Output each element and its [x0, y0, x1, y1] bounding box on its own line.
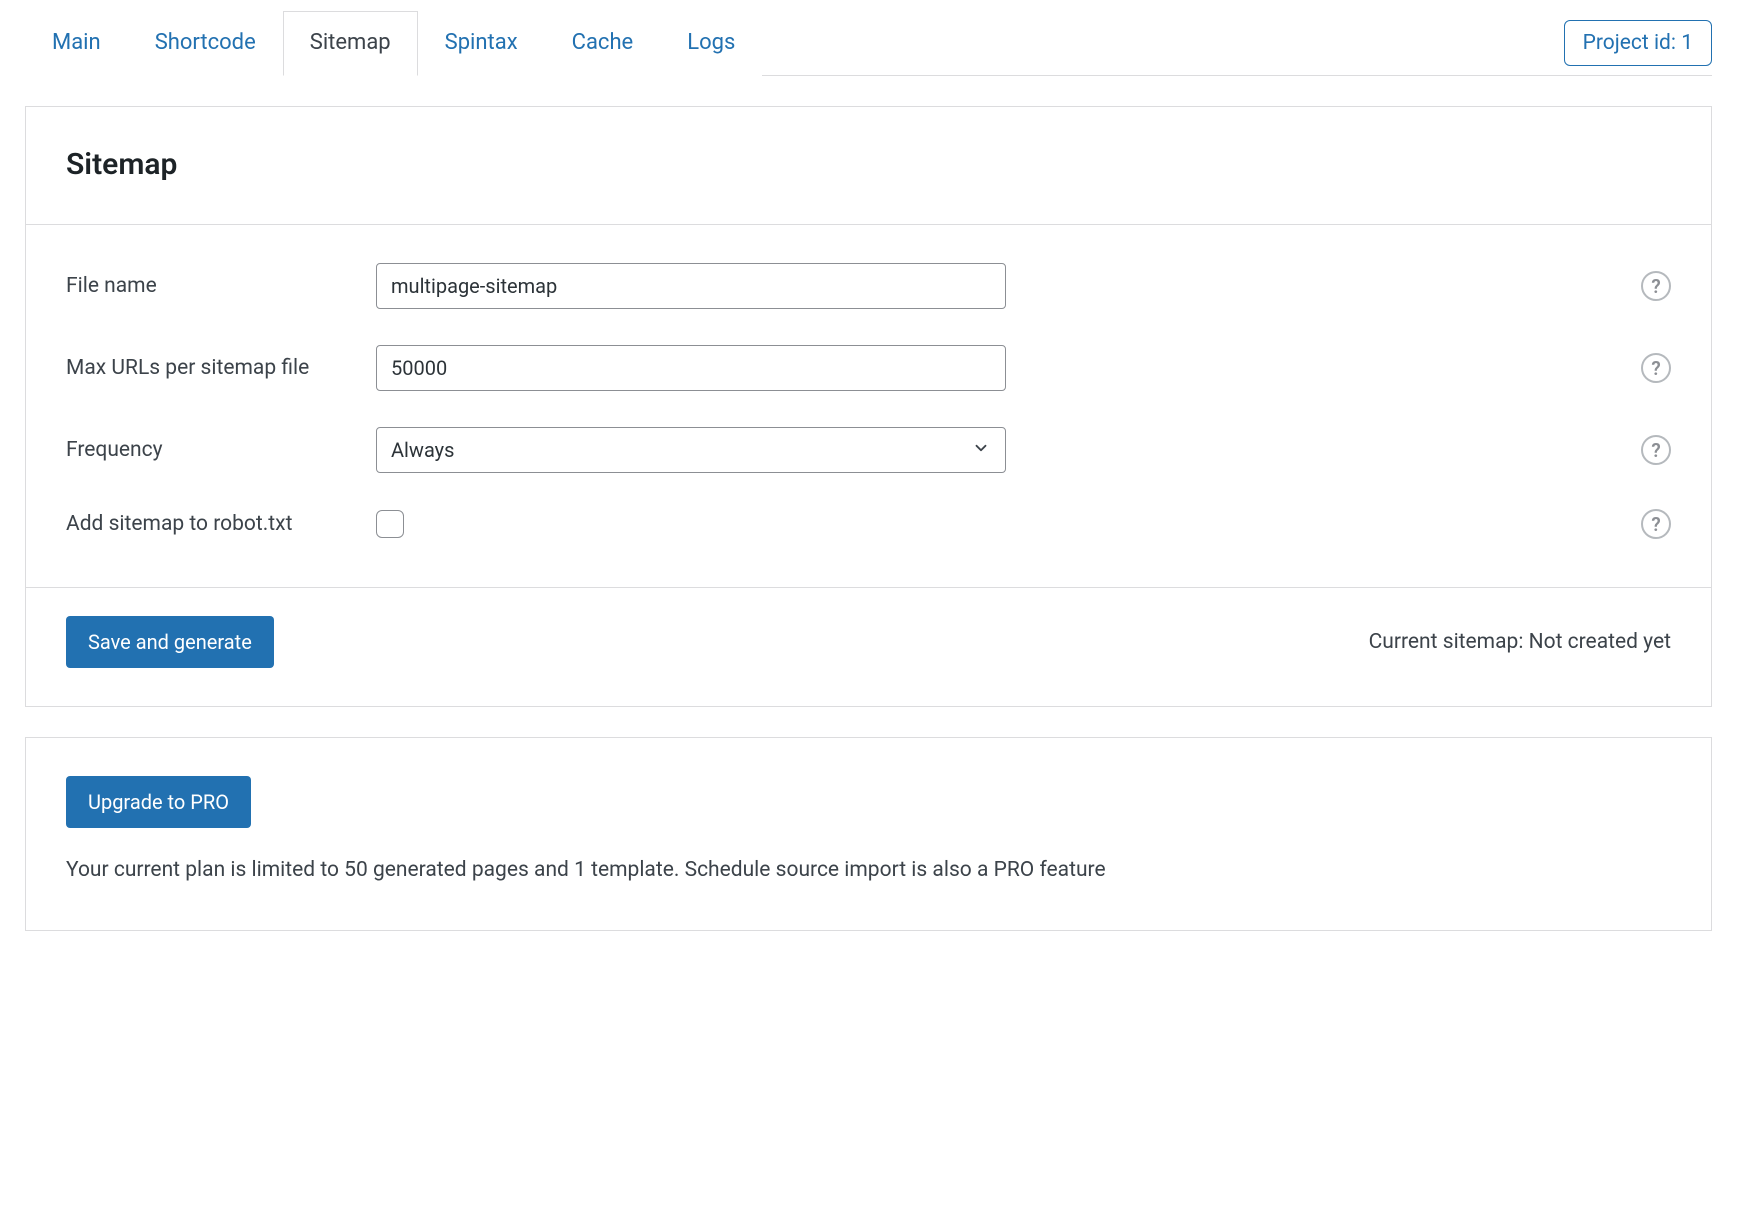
- row-robots: Add sitemap to robot.txt ?: [66, 491, 1671, 557]
- upgrade-description: Your current plan is limited to 50 gener…: [66, 858, 1671, 882]
- sitemap-panel: Sitemap File name ? Max URLs per sitemap…: [25, 106, 1712, 707]
- input-max-urls[interactable]: [376, 345, 1006, 391]
- tab-sitemap[interactable]: Sitemap: [283, 11, 418, 76]
- upgrade-panel: Upgrade to PRO Your current plan is limi…: [25, 737, 1712, 931]
- sitemap-status: Current sitemap: Not created yet: [1369, 630, 1671, 654]
- label-max-urls: Max URLs per sitemap file: [66, 356, 376, 380]
- label-file-name: File name: [66, 274, 376, 298]
- label-robots: Add sitemap to robot.txt: [66, 512, 376, 536]
- row-frequency: Frequency Always ?: [66, 409, 1671, 491]
- form-body: File name ? Max URLs per sitemap file ? …: [26, 224, 1711, 588]
- help-icon[interactable]: ?: [1641, 271, 1671, 301]
- tab-shortcode[interactable]: Shortcode: [128, 11, 283, 76]
- tab-logs[interactable]: Logs: [660, 11, 762, 76]
- select-frequency[interactable]: Always: [376, 427, 1006, 473]
- help-icon[interactable]: ?: [1641, 435, 1671, 465]
- save-generate-button[interactable]: Save and generate: [66, 616, 274, 668]
- help-icon[interactable]: ?: [1641, 353, 1671, 383]
- checkbox-robots[interactable]: [376, 510, 404, 538]
- tab-spintax[interactable]: Spintax: [418, 11, 545, 76]
- input-file-name[interactable]: [376, 263, 1006, 309]
- help-icon[interactable]: ?: [1641, 509, 1671, 539]
- row-file-name: File name ?: [66, 245, 1671, 327]
- tab-main[interactable]: Main: [25, 11, 128, 76]
- tabs-list: Main Shortcode Sitemap Spintax Cache Log…: [25, 10, 762, 75]
- upgrade-button[interactable]: Upgrade to PRO: [66, 776, 251, 828]
- tabs-bar: Main Shortcode Sitemap Spintax Cache Log…: [25, 10, 1712, 76]
- panel-title: Sitemap: [26, 107, 1711, 224]
- label-frequency: Frequency: [66, 438, 376, 462]
- project-id-badge[interactable]: Project id: 1: [1564, 20, 1712, 66]
- tab-cache[interactable]: Cache: [545, 11, 661, 76]
- row-max-urls: Max URLs per sitemap file ?: [66, 327, 1671, 409]
- panel-footer: Save and generate Current sitemap: Not c…: [26, 588, 1711, 706]
